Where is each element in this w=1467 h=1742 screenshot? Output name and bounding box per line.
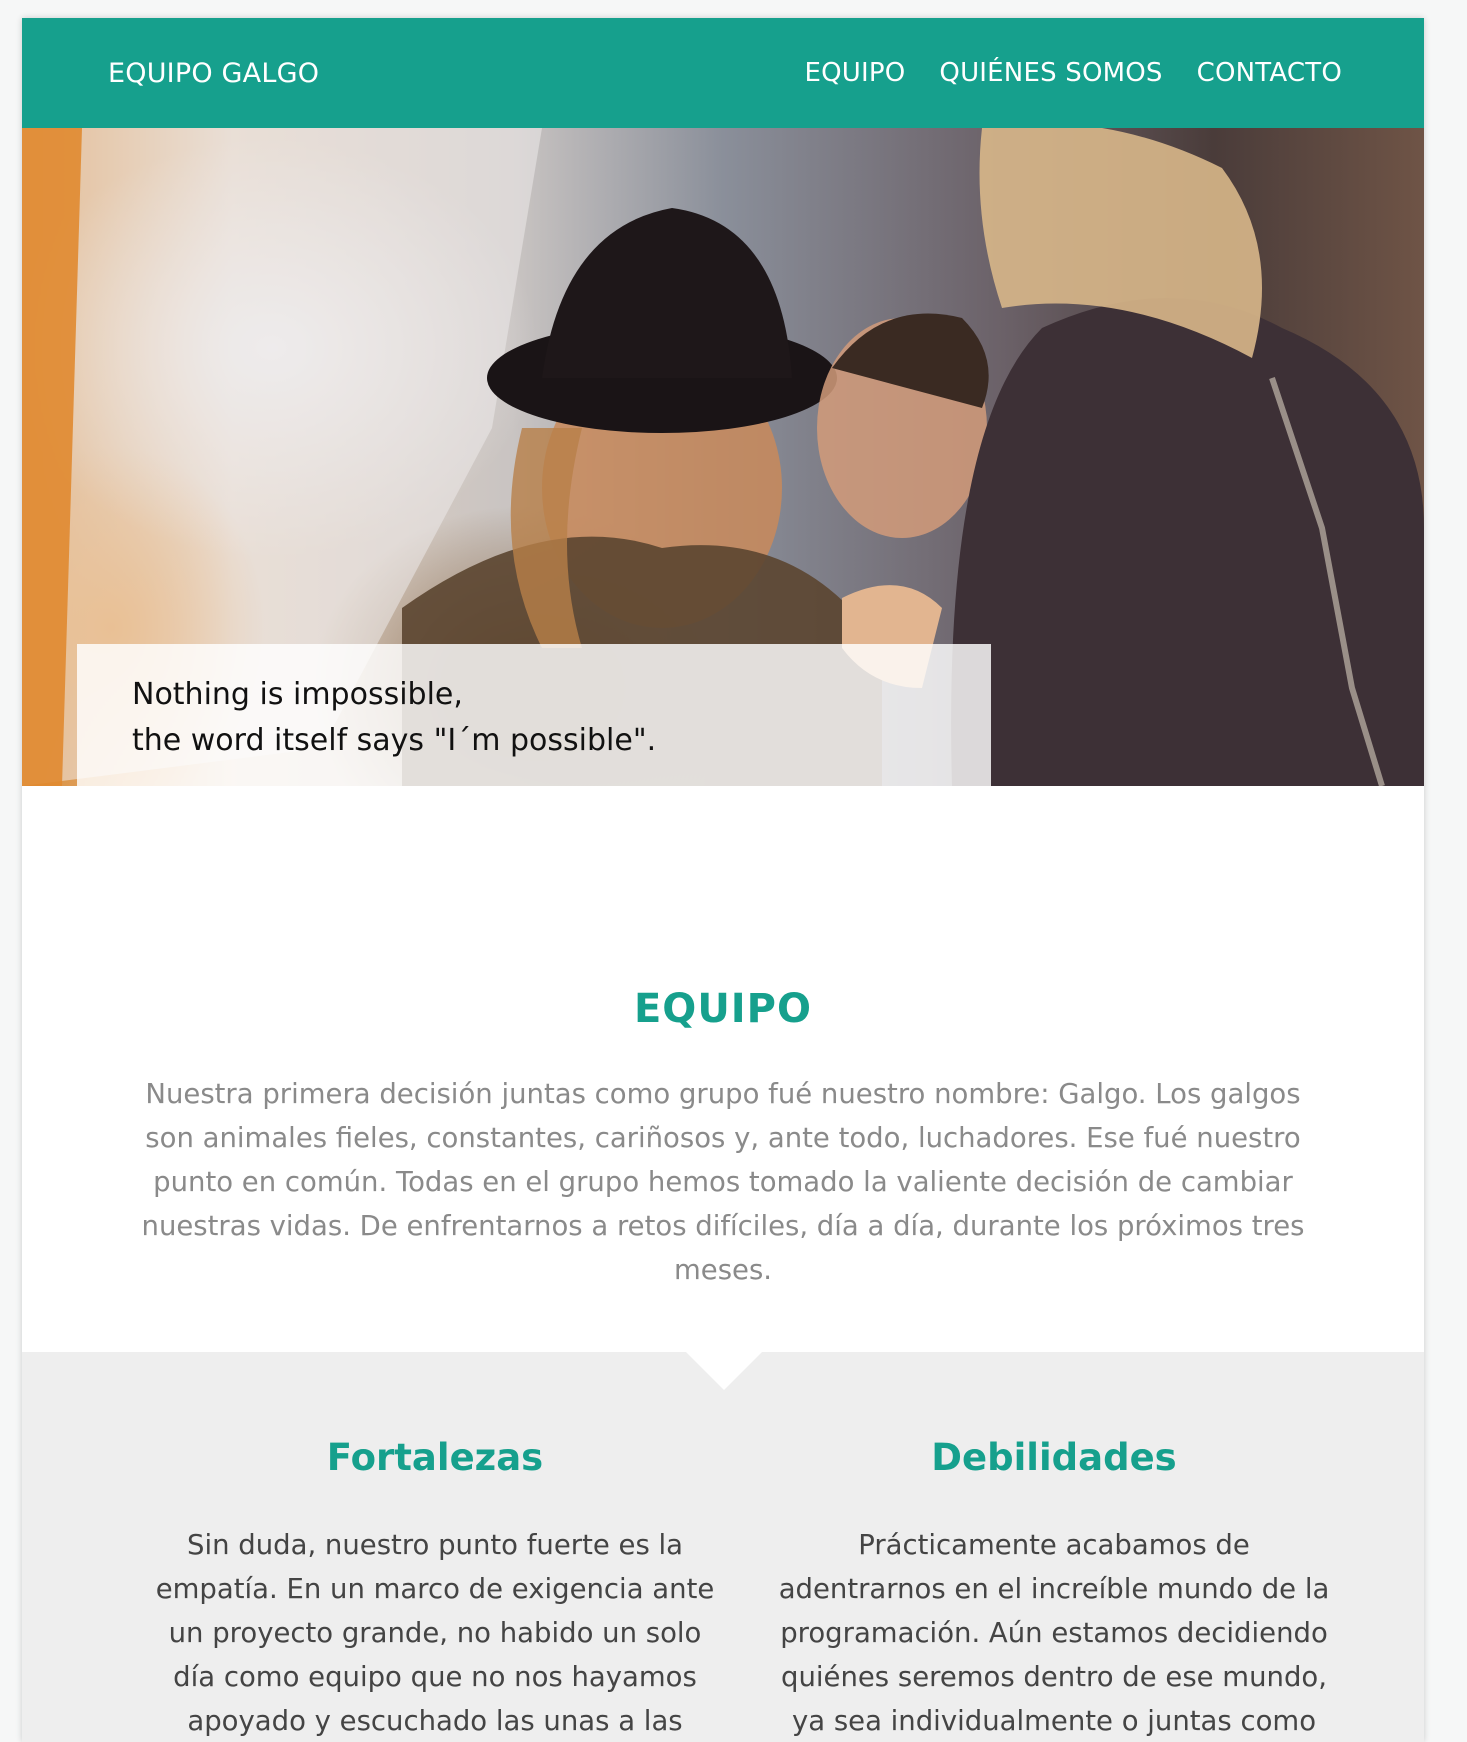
strengths-column: Fortalezas Sin duda, nuestro punto fuert…	[155, 1436, 715, 1742]
hero-quote-line-1: Nothing is impossible,	[132, 677, 463, 712]
hero-quote-line-2: the word itself says "I´m possible".	[132, 723, 657, 758]
team-section: EQUIPO Nuestra primera decisión juntas c…	[22, 786, 1424, 1352]
brand-logo-link[interactable]: EQUIPO GALGO	[108, 58, 319, 89]
page: EQUIPO GALGO EQUIPO QUIÉNES SOMOS CONTAC…	[22, 18, 1424, 1742]
weaknesses-text: Prácticamente acabamos de adentrarnos en…	[778, 1529, 1330, 1737]
hero-sweater-right	[951, 298, 1424, 786]
main-nav: EQUIPO QUIÉNES SOMOS CONTACTO	[804, 58, 1342, 88]
nav-link-quienes-somos[interactable]: QUIÉNES SOMOS	[939, 58, 1162, 88]
hero-hat-crown	[542, 208, 792, 378]
weaknesses-column: Debilidades Prácticamente acabamos de ad…	[774, 1436, 1334, 1742]
strengths-title: Fortalezas	[326, 1436, 544, 1479]
hero-banner: Nothing is impossible, the word itself s…	[22, 128, 1424, 786]
strengths-weaknesses-section: Fortalezas Sin duda, nuestro punto fuert…	[22, 1352, 1424, 1742]
nav-link-contacto[interactable]: CONTACTO	[1197, 58, 1342, 88]
strengths-text: Sin duda, nuestro punto fuerte es la emp…	[155, 1529, 715, 1737]
team-title: EQUIPO	[633, 986, 812, 1032]
weaknesses-title: Debilidades	[931, 1436, 1177, 1479]
section-divider-notch	[686, 1352, 762, 1390]
top-navbar: EQUIPO GALGO EQUIPO QUIÉNES SOMOS CONTAC…	[22, 18, 1424, 128]
team-description: Nuestra primera decisión juntas como gru…	[141, 1078, 1305, 1286]
hero-quote-box: Nothing is impossible, the word itself s…	[77, 644, 991, 786]
nav-link-equipo[interactable]: EQUIPO	[804, 58, 905, 88]
